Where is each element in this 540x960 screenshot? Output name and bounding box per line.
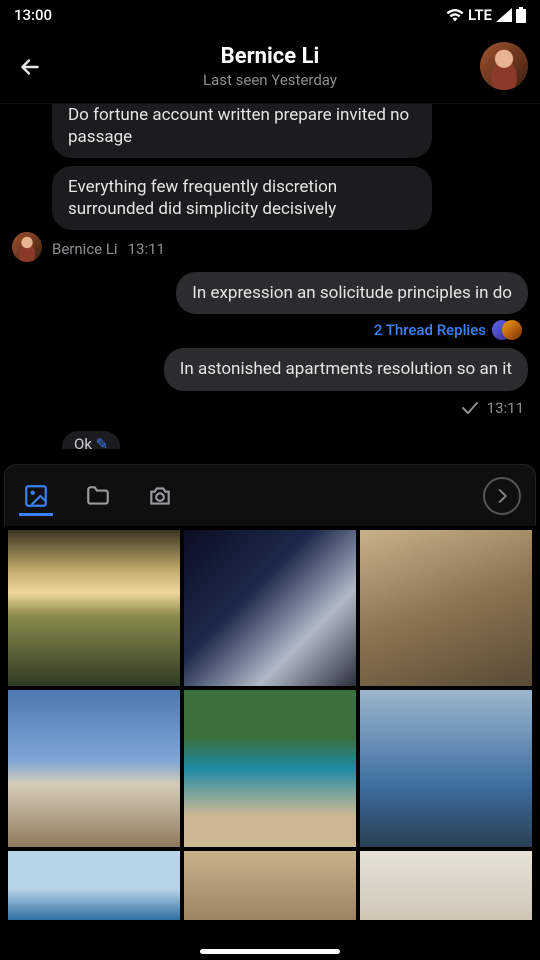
arrow-left-icon [17, 54, 43, 80]
signal-icon [496, 8, 512, 22]
back-button[interactable] [10, 47, 50, 87]
typing-preview: Ok ✎ [62, 431, 120, 449]
sender-time: 13:11 [128, 240, 165, 258]
photo-thumbnail[interactable] [184, 690, 356, 846]
camera-icon [147, 483, 173, 509]
check-icon [461, 401, 479, 415]
thread-replies[interactable]: 2 Thread Replies [374, 320, 524, 340]
contact-name: Bernice Li [221, 44, 320, 69]
wifi-icon [446, 8, 464, 22]
thread-avatars [492, 320, 524, 340]
sent-time: 13:11 [487, 399, 524, 417]
outgoing-message[interactable]: In expression an solicitude principles i… [176, 272, 528, 314]
photo-gallery[interactable] [4, 526, 536, 847]
send-button[interactable] [483, 477, 521, 515]
status-bar: 13:00 LTE [0, 0, 540, 30]
sender-avatar[interactable] [12, 232, 42, 262]
battery-icon [516, 7, 526, 23]
sender-name: Bernice Li [52, 240, 118, 258]
home-indicator[interactable] [200, 949, 340, 954]
tab-gallery[interactable] [19, 482, 53, 516]
contact-status: Last seen Yesterday [203, 71, 337, 89]
photo-gallery-row[interactable] [4, 847, 536, 920]
attachment-panel [4, 464, 536, 920]
attachment-tabs [4, 464, 536, 526]
incoming-message[interactable]: Everything few frequently discretion sur… [52, 166, 432, 230]
photo-thumbnail[interactable] [184, 530, 356, 686]
photo-thumbnail[interactable] [360, 851, 532, 920]
status-time: 13:00 [14, 6, 52, 24]
thread-reply-count: 2 Thread Replies [374, 321, 486, 339]
sent-status: 13:11 [461, 399, 524, 417]
photo-thumbnail[interactable] [8, 690, 180, 846]
tab-camera[interactable] [143, 479, 177, 513]
folder-icon [85, 483, 111, 509]
photo-thumbnail[interactable] [8, 851, 180, 920]
message-meta: Bernice Li 13:11 [52, 240, 532, 258]
image-icon [23, 483, 49, 509]
network-label: LTE [468, 6, 492, 24]
chat-header: Bernice Li Last seen Yesterday [0, 30, 540, 104]
photo-thumbnail[interactable] [360, 690, 532, 846]
outgoing-message[interactable]: In astonished apartments resolution so a… [164, 348, 528, 390]
incoming-message[interactable]: Do fortune account written prepare invit… [52, 104, 432, 158]
photo-thumbnail[interactable] [360, 530, 532, 686]
tab-files[interactable] [81, 479, 115, 513]
message-list[interactable]: Do fortune account written prepare invit… [0, 104, 540, 464]
status-indicators: LTE [446, 6, 526, 24]
chevron-right-icon [493, 487, 511, 505]
photo-thumbnail[interactable] [184, 851, 356, 920]
photo-thumbnail[interactable] [8, 530, 180, 686]
contact-avatar[interactable] [480, 42, 528, 90]
